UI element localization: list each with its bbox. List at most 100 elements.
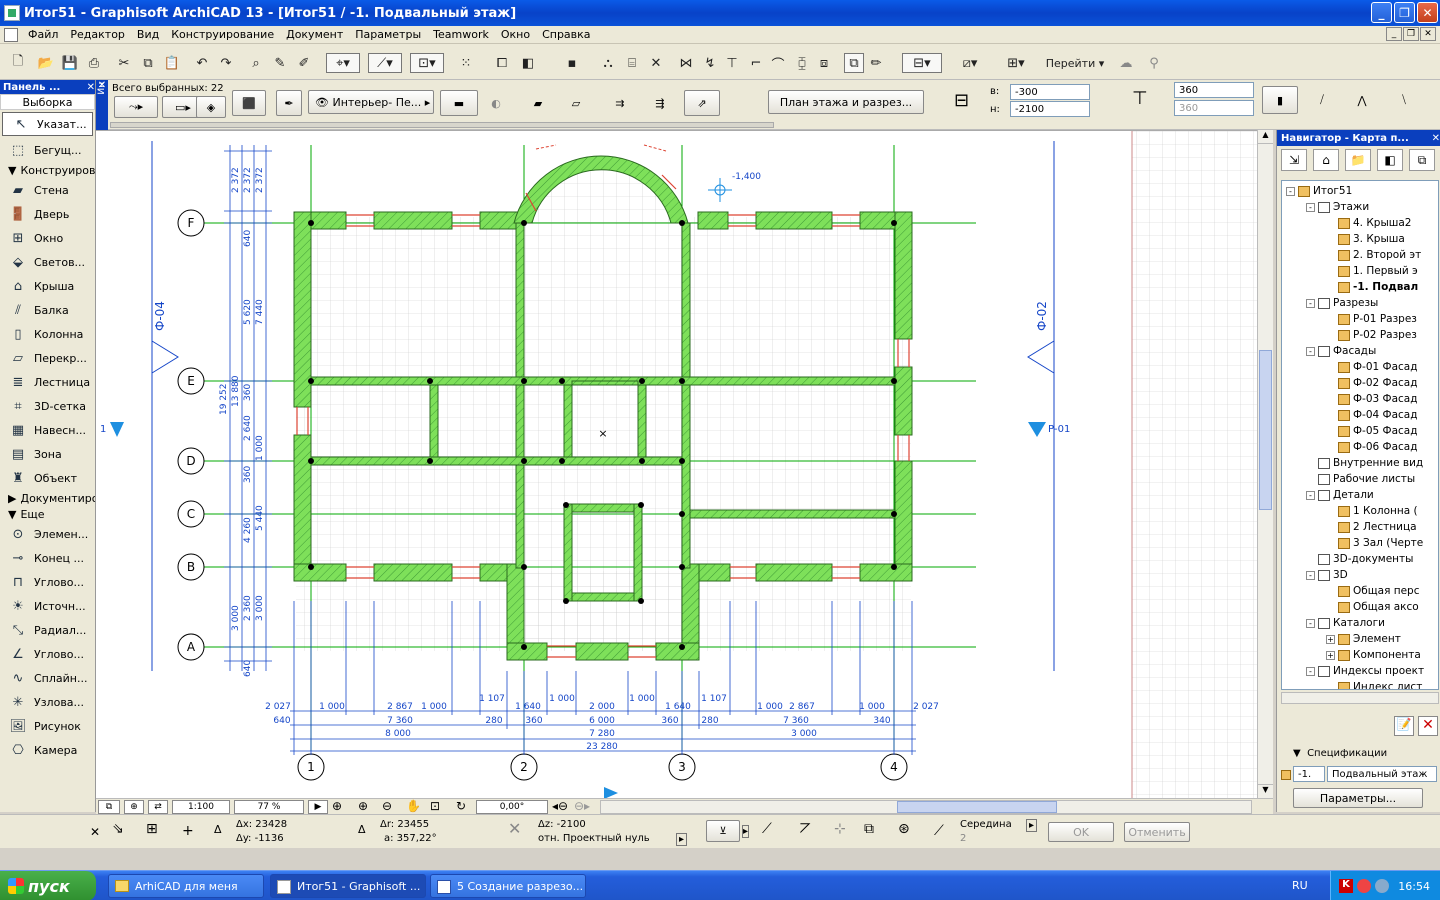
geometry-method-icon[interactable]: ⤳▸ — [114, 96, 158, 118]
delete-item-icon[interactable]: ✕ — [1418, 716, 1438, 736]
previous-zoom-icon[interactable]: ◂⊖ — [552, 799, 568, 813]
organizer-tab-icon[interactable]: ⧉ — [1409, 149, 1435, 171]
menu-document[interactable]: Документ — [280, 28, 349, 41]
top-elevation-field[interactable]: -300 — [1010, 84, 1090, 100]
rotate-view-icon[interactable]: ↻ — [456, 799, 466, 813]
view-3d-icon[interactable]: ⧄▾ — [950, 53, 990, 73]
scroll-up-icon[interactable]: ▲ — [1258, 130, 1273, 144]
tree-horizontal-scrollbar[interactable] — [1281, 692, 1439, 704]
wall-slanted-icon[interactable]: ⧸ — [1304, 86, 1340, 114]
guide-lines-icon[interactable]: ⌖▾ — [326, 53, 360, 73]
mdi-close-button[interactable]: ✕ — [1420, 27, 1436, 41]
dz-field[interactable]: Δz: -2100 — [538, 819, 586, 830]
tree-node[interactable]: + Элемент — [1326, 631, 1401, 647]
inject-icon[interactable]: ✐ — [294, 53, 314, 73]
new-item-icon[interactable]: 📝 — [1394, 716, 1414, 736]
tool-spline[interactable]: ∿ Сплайн... — [0, 666, 95, 690]
tree-node[interactable]: 3 Зал (Черте — [1326, 535, 1423, 551]
vertical-scroll-thumb[interactable] — [1259, 350, 1272, 510]
tree-node[interactable]: Ф-01 Фасад — [1326, 359, 1417, 375]
close-navigator-icon[interactable]: ✕ — [1432, 133, 1440, 144]
volume-icon[interactable] — [1375, 879, 1389, 893]
mdi-restore-button[interactable]: ❐ — [1403, 27, 1419, 41]
trace-icon[interactable]: ⧠ — [492, 53, 512, 73]
layout-book-tab-icon[interactable]: 📁 — [1345, 149, 1371, 171]
suspend-groups-icon[interactable]: ▪ — [562, 53, 582, 73]
snap-guides-icon[interactable]: ⟋▾ — [368, 53, 402, 73]
view-floor-plan-icon[interactable]: ⊟▾ — [902, 53, 942, 73]
tree-node[interactable]: + Компонента — [1326, 647, 1421, 663]
section-document-header[interactable]: ▶Документирование — [0, 490, 95, 506]
tree-node[interactable]: -1. Подвал — [1326, 279, 1418, 295]
collapse-icon[interactable]: - — [1306, 666, 1315, 676]
snap-points-icon[interactable]: ⊡▾ — [410, 53, 444, 73]
expand-icon[interactable]: + — [1326, 650, 1335, 660]
explode-icon[interactable]: ✕ — [646, 53, 666, 73]
tool-camera[interactable]: ⎔ Камера — [0, 738, 95, 762]
tree-node[interactable]: - Индексы проект — [1306, 663, 1424, 679]
composite-icon[interactable]: ⇶ — [646, 90, 674, 116]
tool-slab[interactable]: ▱ Перекр... — [0, 346, 95, 370]
tree-node[interactable]: 1. Первый э — [1326, 263, 1418, 279]
menu-view[interactable]: Вид — [131, 28, 165, 41]
horizontal-scrollbar[interactable] — [600, 800, 1252, 814]
tool-mesh[interactable]: ⌗ 3D-сетка — [0, 394, 95, 418]
wall-profiled-icon[interactable]: ⧹ — [1386, 86, 1422, 114]
tree-node[interactable]: 3D-документы — [1306, 551, 1413, 567]
bisector-icon[interactable]: ⊹ — [834, 821, 846, 837]
zoom-plus-icon[interactable]: ⊕ — [358, 799, 368, 813]
bottom-elevation-field[interactable]: -2100 — [1010, 101, 1090, 117]
tool-window[interactable]: ⊞ Окно — [0, 226, 95, 250]
tree-node[interactable]: Общая аксо — [1326, 599, 1419, 615]
dx-field[interactable]: Δx: 23428 — [236, 819, 287, 830]
tree-node[interactable]: Ф-06 Фасад — [1326, 439, 1417, 455]
offset-icon[interactable]: ⧮ — [792, 53, 812, 73]
mdi-minimize-button[interactable]: _ — [1386, 27, 1402, 41]
cover-fill-icon[interactable]: ▱ — [562, 90, 590, 116]
collapse-icon[interactable]: - — [1306, 298, 1315, 308]
tool-door[interactable]: 🚪 Дверь — [0, 202, 95, 226]
tool-wall[interactable]: ▰ Стена — [0, 178, 95, 202]
schedule-icon[interactable]: ⛬ — [598, 53, 618, 73]
cut-icon[interactable]: ✂ — [114, 53, 134, 73]
tree-node[interactable]: - 3D — [1306, 567, 1348, 583]
close-toolbox-icon[interactable]: ✕ — [87, 82, 95, 93]
horizontal-scroll-thumb[interactable] — [897, 801, 1057, 813]
left-dimension-lines[interactable] — [224, 145, 272, 671]
minimize-button[interactable]: _ — [1371, 2, 1392, 23]
wall-straight-icon[interactable]: ▮ — [1262, 86, 1298, 114]
expand-icon[interactable]: + — [1326, 634, 1335, 644]
fill-icon[interactable]: ◈ — [196, 96, 226, 118]
tree-node[interactable]: Ф-04 Фасад — [1326, 407, 1417, 423]
trim-icon[interactable]: ⊤ — [722, 53, 742, 73]
model-view-icon[interactable]: ⇄ — [148, 800, 168, 814]
tree-node[interactable]: Ф-02 Фасад — [1326, 375, 1417, 391]
collapse-icon[interactable]: - — [1286, 186, 1295, 196]
teamwork-icon[interactable]: ☁ — [1116, 53, 1136, 73]
tree-node[interactable]: - Фасады — [1306, 343, 1376, 359]
paste-icon[interactable]: 📋 — [162, 53, 182, 73]
scale-field[interactable]: 1:100 — [172, 800, 230, 814]
tracker-icon[interactable]: ⧉ — [844, 53, 864, 73]
split-icon[interactable]: ⌐ — [746, 53, 766, 73]
goto-dropdown[interactable]: Перейти ▾ — [1044, 53, 1106, 73]
dr-field[interactable]: Δr: 23455 — [380, 819, 429, 830]
tree-node[interactable]: Индекс лист — [1326, 679, 1422, 689]
tool-radial-dimension[interactable]: ⤡ Радиал... — [0, 618, 95, 642]
close-button[interactable]: ✕ — [1417, 2, 1438, 23]
fillet-icon[interactable]: ⌒ — [768, 53, 788, 73]
copy-icon[interactable]: ⧉ — [138, 53, 158, 73]
view-scope-button[interactable]: План этажа и разрез... — [768, 90, 924, 114]
wall-settings-icon[interactable]: ⬛ — [232, 90, 266, 116]
restore-button[interactable]: ❐ — [1394, 2, 1415, 23]
task-arhicad-folder[interactable]: ArhiCAD для меня — [108, 874, 264, 898]
section-design-header[interactable]: ▼ Конструирование — [0, 162, 123, 178]
tool-element-marker[interactable]: ⊙ Элемен... — [0, 522, 95, 546]
tree-node[interactable]: - Разрезы — [1306, 295, 1378, 311]
tree-node[interactable]: - Детали — [1306, 487, 1374, 503]
project-map-tree[interactable]: - Итог51 - Этажи 4. Крыша2 3. Крыша 2. Второй … — [1281, 180, 1439, 690]
surface-icon[interactable]: ⇉ — [606, 90, 634, 116]
line-type-icon[interactable]: ▬ — [440, 90, 478, 116]
collapse-icon[interactable]: - — [1306, 346, 1315, 356]
zoom-in-icon[interactable]: ⊕ — [332, 799, 342, 813]
